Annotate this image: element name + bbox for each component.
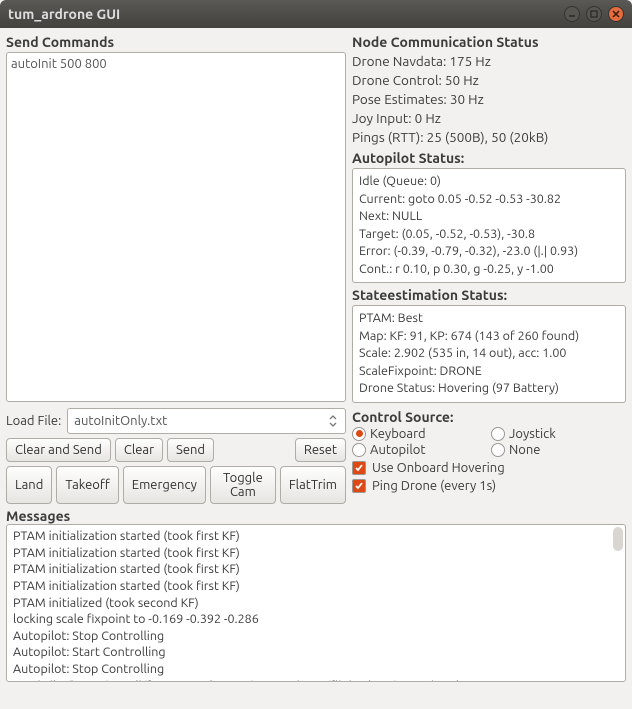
load-file-combo[interactable]: autoInitOnly.txt — [67, 408, 346, 434]
message-line: locking scale fixpoint to -0.169 -0.392 … — [13, 611, 619, 628]
pose-line: Pose Estimates: 30 Hz — [352, 90, 626, 109]
flattrim-button[interactable]: FlatTrim — [280, 466, 346, 504]
check-onboard-hovering[interactable]: Use Onboard Hovering — [352, 461, 626, 475]
send-commands-textarea[interactable] — [6, 52, 346, 402]
radio-icon — [352, 443, 366, 457]
joy-line: Joy Input: 0 Hz — [352, 109, 626, 128]
send-button[interactable]: Send — [167, 438, 214, 462]
radio-keyboard[interactable]: Keyboard — [352, 427, 487, 441]
check-ping-drone[interactable]: Ping Drone (every 1s) — [352, 479, 626, 493]
ap-cont: Cont.: r 0.10, p 0.30, g -0.25, y -1.00 — [359, 261, 619, 279]
message-line: PTAM initialized (took second KF) — [13, 595, 619, 612]
radio-joystick[interactable]: Joystick — [491, 427, 626, 441]
load-file-label: Load File: — [6, 414, 61, 428]
scrollbar-thumb[interactable] — [613, 527, 623, 551]
ap-error: Error: (-0.39, -0.79, -0.32), -23.0 (|.|… — [359, 243, 619, 261]
checkbox-icon — [352, 479, 366, 493]
messages-label: Messages — [6, 508, 626, 524]
message-line: Autopilot: Stop Controlling — [13, 661, 619, 678]
minimize-button[interactable] — [564, 6, 580, 22]
se-map: Map: KF: 91, KP: 674 (143 of 260 found) — [359, 328, 619, 346]
messages-box[interactable]: PTAM initialization started (took first … — [6, 524, 626, 682]
radio-icon — [491, 443, 505, 457]
checkbox-icon — [352, 461, 366, 475]
message-line: PTAM initialization started (took first … — [13, 561, 619, 578]
message-line: PTAM initialization started (took first … — [13, 528, 619, 545]
stateest-status-box: PTAM: Best Map: KF: 91, KP: 674 (143 of … — [352, 305, 626, 403]
combo-caret-icon — [325, 409, 341, 433]
window-buttons — [564, 6, 624, 22]
se-ptam: PTAM: Best — [359, 310, 619, 328]
message-line: Autopilot: Stop Controlling — [13, 628, 619, 645]
message-line: Load File /home/engelj/fuerte_workspace/… — [13, 678, 619, 682]
radio-icon — [352, 427, 366, 441]
ap-next: Next: NULL — [359, 208, 619, 226]
toggle-cam-button[interactable]: Toggle Cam — [210, 466, 276, 504]
land-button[interactable]: Land — [6, 466, 52, 504]
maximize-button[interactable] — [586, 6, 602, 22]
radio-none[interactable]: None — [491, 443, 626, 457]
se-fixpoint: ScaleFixpoint: DRONE — [359, 363, 619, 381]
reset-button[interactable]: Reset — [295, 438, 346, 462]
autopilot-status-box: Idle (Queue: 0) Current: goto 0.05 -0.52… — [352, 168, 626, 283]
send-commands-label: Send Commands — [6, 34, 346, 50]
node-comm-heading: Node Communication Status — [352, 34, 626, 50]
window-titlebar: tum_ardrone GUI — [0, 0, 632, 28]
close-button[interactable] — [608, 6, 624, 22]
radio-autopilot[interactable]: Autopilot — [352, 443, 487, 457]
ap-current: Current: goto 0.05 -0.52 -0.53 -30.82 — [359, 191, 619, 209]
control-line: Drone Control: 50 Hz — [352, 71, 626, 90]
takeoff-button[interactable]: Takeoff — [56, 466, 118, 504]
message-line: Autopilot: Start Controlling — [13, 644, 619, 661]
clear-and-send-button[interactable]: Clear and Send — [6, 438, 111, 462]
emergency-button[interactable]: Emergency — [123, 466, 206, 504]
radio-icon — [491, 427, 505, 441]
se-scale: Scale: 2.902 (535 in, 14 out), acc: 1.00 — [359, 345, 619, 363]
navdata-line: Drone Navdata: 175 Hz — [352, 52, 626, 71]
control-source-heading: Control Source: — [352, 409, 626, 425]
se-status: Drone Status: Hovering (97 Battery) — [359, 380, 619, 398]
message-line: PTAM initialization started (took first … — [13, 578, 619, 595]
ap-target: Target: (0.05, -0.52, -0.53), -30.8 — [359, 226, 619, 244]
pings-line: Pings (RTT): 25 (500B), 50 (20kB) — [352, 128, 626, 147]
load-file-value: autoInitOnly.txt — [74, 414, 167, 428]
stateest-heading: Stateestimation Status: — [352, 287, 626, 303]
message-line: PTAM initialization started (took first … — [13, 545, 619, 562]
node-comm-lines: Drone Navdata: 175 Hz Drone Control: 50 … — [352, 52, 626, 146]
window-title: tum_ardrone GUI — [8, 6, 564, 22]
ap-idle: Idle (Queue: 0) — [359, 173, 619, 191]
clear-button[interactable]: Clear — [115, 438, 163, 462]
autopilot-heading: Autopilot Status: — [352, 150, 626, 166]
